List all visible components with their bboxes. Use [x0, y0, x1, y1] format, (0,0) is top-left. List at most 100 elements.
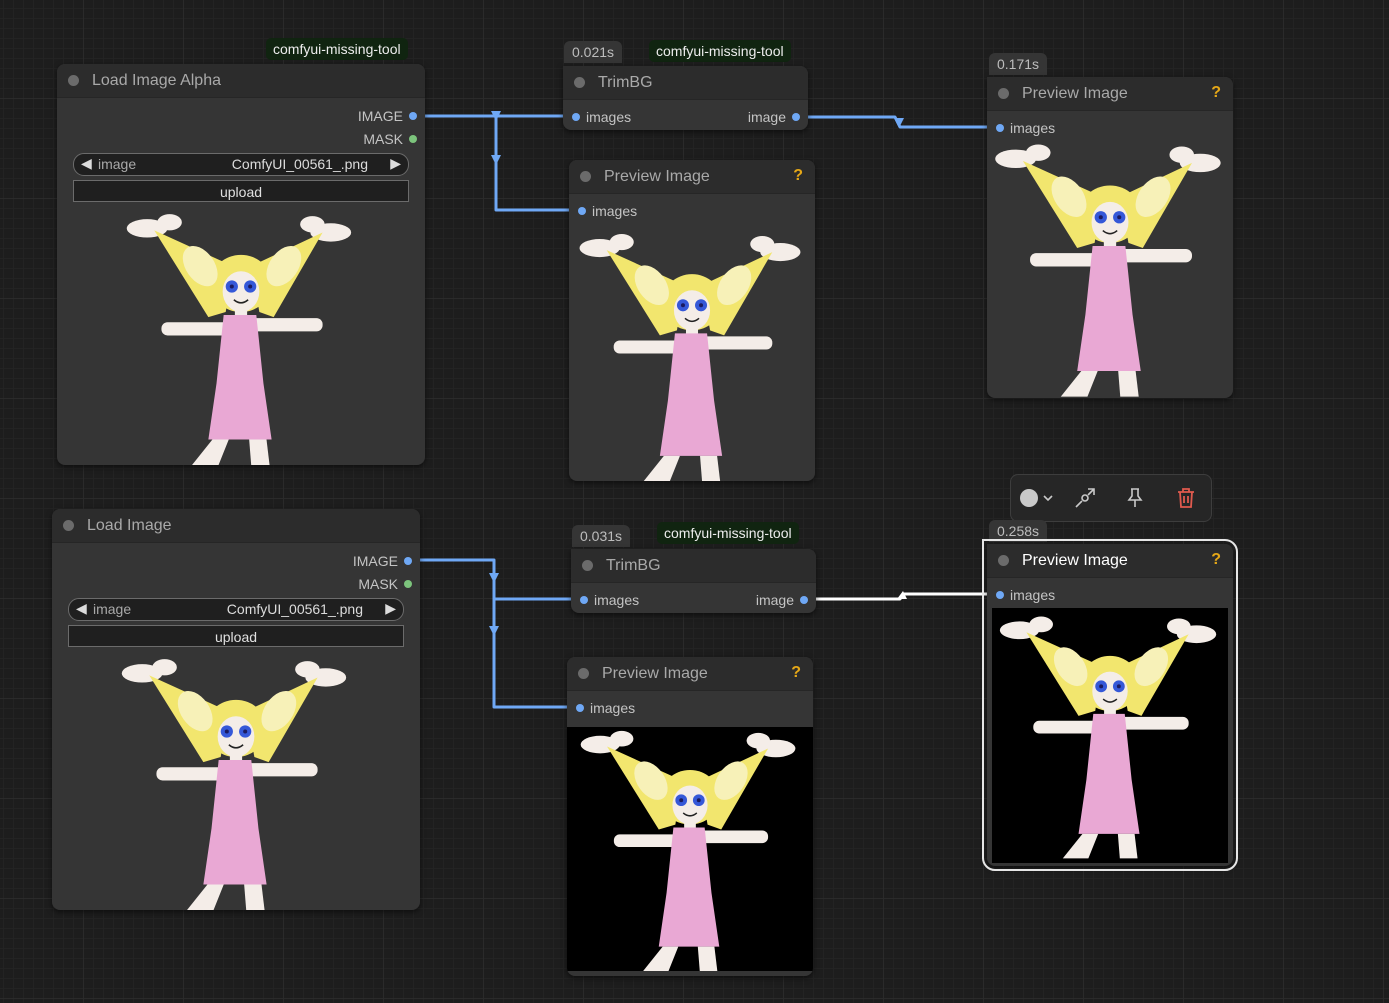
input-label: images — [1010, 120, 1056, 136]
node-preview-image-right-top[interactable]: Preview Image ? images — [987, 77, 1233, 398]
input-images[interactable]: images — [580, 592, 640, 608]
collapse-dot[interactable] — [582, 560, 593, 571]
upload-button[interactable]: upload — [73, 180, 409, 202]
color-picker-button[interactable] — [1019, 486, 1061, 510]
node-preview-image-right-bottom[interactable]: Preview Image ? images — [982, 539, 1238, 871]
input-images[interactable]: images — [572, 109, 632, 125]
node-title: TrimBG — [598, 74, 653, 91]
help-icon[interactable]: ? — [791, 664, 801, 682]
image-preview — [52, 655, 420, 910]
output-dot[interactable] — [409, 112, 417, 120]
node-header[interactable]: Preview Image ? — [569, 160, 815, 194]
execution-time: 0.258s — [989, 520, 1048, 542]
output-label: image — [747, 109, 786, 125]
output-image[interactable]: IMAGE — [352, 553, 412, 569]
collapse-dot[interactable] — [68, 75, 79, 86]
image-combo[interactable]: ◀ image ComfyUI_00561_.png ▶ — [68, 598, 404, 621]
pin-button[interactable] — [1123, 486, 1147, 510]
wire-load-to-trim — [410, 558, 575, 601]
node-preview-image-mid-bottom[interactable]: Preview Image ? images — [567, 657, 813, 976]
image-preview — [567, 727, 813, 971]
character-illustration — [580, 730, 796, 971]
collapse-dot[interactable] — [578, 668, 589, 679]
node-title: Preview Image — [1022, 85, 1128, 102]
node-header[interactable]: Preview Image ? — [567, 657, 813, 691]
image-combo[interactable]: ◀ image ComfyUI_00561_.png ▶ — [73, 153, 409, 176]
combo-label: image — [98, 156, 137, 172]
execution-time: 0.171s — [989, 53, 1048, 75]
input-images[interactable]: images — [996, 587, 1055, 603]
upload-button[interactable]: upload — [68, 625, 404, 647]
node-trimbg-bottom[interactable]: TrimBG images image — [571, 549, 816, 613]
output-dot[interactable] — [409, 135, 417, 143]
output-dot[interactable] — [404, 580, 412, 588]
color-circle-icon — [1020, 489, 1038, 507]
image-preview — [987, 139, 1233, 398]
collapse-dot[interactable] — [998, 88, 1009, 99]
help-icon[interactable]: ? — [1211, 84, 1221, 102]
help-icon[interactable]: ? — [793, 167, 803, 185]
input-images[interactable]: images — [576, 700, 636, 716]
combo-value: ComfyUI_00561_.png — [231, 156, 368, 172]
input-dot[interactable] — [996, 591, 1004, 599]
node-load-image[interactable]: Load Image IMAGE MASK ◀ image ComfyUI_00… — [52, 509, 420, 910]
delete-button[interactable] — [1174, 486, 1198, 510]
input-label: images — [594, 592, 640, 608]
wire-alpha-to-preview — [494, 116, 573, 212]
input-label: images — [590, 700, 636, 716]
arrow-left-icon[interactable]: ◀ — [76, 600, 87, 617]
output-dot[interactable] — [792, 113, 800, 121]
node-header[interactable]: Load Image Alpha — [57, 64, 425, 98]
output-label: MASK — [363, 131, 403, 147]
input-label: images — [592, 203, 638, 219]
output-image[interactable]: image — [756, 592, 808, 608]
node-trimbg-top[interactable]: TrimBG images image — [563, 66, 808, 130]
node-title: TrimBG — [606, 557, 661, 574]
help-icon[interactable]: ? — [1211, 551, 1221, 569]
output-dot[interactable] — [404, 557, 412, 565]
collapse-dot[interactable] — [574, 77, 585, 88]
collapse-dot[interactable] — [998, 555, 1009, 566]
node-load-image-alpha[interactable]: Load Image Alpha IMAGE MASK ◀ image Comf… — [57, 64, 425, 465]
pin-icon — [1127, 488, 1143, 507]
input-dot[interactable] — [578, 207, 586, 215]
arrow-left-icon[interactable]: ◀ — [81, 155, 92, 172]
output-image[interactable]: image — [747, 109, 800, 125]
node-title: Preview Image — [1022, 552, 1128, 569]
wire-trim-to-preview-selected — [806, 592, 993, 601]
node-badge: comfyui-missing-tool — [266, 38, 408, 60]
input-images[interactable]: images — [578, 203, 638, 219]
output-label: IMAGE — [352, 553, 398, 569]
character-illustration — [999, 616, 1217, 859]
node-header[interactable]: Preview Image ? — [987, 77, 1233, 111]
image-preview — [57, 210, 425, 465]
character-illustration — [121, 659, 347, 910]
collapse-dot[interactable] — [63, 520, 74, 531]
input-images[interactable]: images — [996, 120, 1056, 136]
output-image[interactable]: IMAGE — [357, 108, 417, 124]
bypass-button[interactable] — [1073, 486, 1097, 510]
input-dot[interactable] — [996, 124, 1004, 132]
node-header[interactable]: TrimBG — [563, 66, 808, 100]
arrow-right-icon[interactable]: ▶ — [385, 600, 396, 617]
arrow-right-icon[interactable]: ▶ — [390, 155, 401, 172]
output-mask[interactable]: MASK — [358, 576, 412, 592]
node-header[interactable]: TrimBG — [571, 549, 816, 583]
collapse-dot[interactable] — [580, 171, 591, 182]
node-header[interactable]: Load Image — [52, 509, 420, 543]
output-dot[interactable] — [800, 596, 808, 604]
node-preview-image-mid-top[interactable]: Preview Image ? images — [569, 160, 815, 481]
output-label: IMAGE — [357, 108, 403, 124]
input-dot[interactable] — [572, 113, 580, 121]
character-illustration — [579, 234, 801, 481]
input-dot[interactable] — [580, 596, 588, 604]
wire-trim-to-preview-right — [798, 115, 993, 129]
output-mask[interactable]: MASK — [363, 131, 417, 147]
image-preview — [992, 608, 1228, 863]
execution-time: 0.021s — [564, 41, 623, 63]
node-header[interactable]: Preview Image ? — [987, 544, 1233, 578]
input-label: images — [586, 109, 632, 125]
execution-time: 0.031s — [572, 525, 631, 547]
input-dot[interactable] — [576, 704, 584, 712]
wire-load-to-preview — [492, 560, 572, 709]
